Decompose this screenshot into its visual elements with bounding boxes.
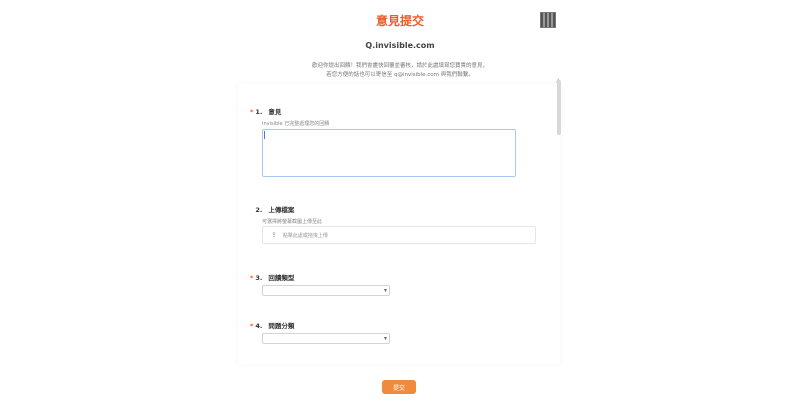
text-caret	[264, 131, 265, 139]
scrollbar[interactable]	[557, 80, 561, 135]
chevron-down-icon: ▾	[383, 335, 387, 342]
required-marker: *	[250, 274, 254, 282]
question-number: 3.	[255, 274, 263, 282]
page-title: 意見提交	[375, 14, 424, 28]
question-label: * 4. 問題分類	[250, 320, 294, 330]
upload-icon: ⇪	[271, 231, 277, 239]
question-type: * 3. 回饋類型	[250, 272, 294, 282]
chevron-down-icon: ▾	[383, 287, 387, 294]
upload-placeholder: 點擊此處或拖曳上傳	[282, 232, 328, 239]
site-domain: Q.invisible.com	[365, 41, 435, 50]
intro-line-1: 歡迎你提出回饋！我們會盡快回覆並審核，請於此處填寫您寶貴的意見，	[311, 63, 488, 69]
question-number: 1.	[255, 108, 263, 116]
intro-text: 歡迎你提出回饋！我們會盡快回覆並審核，請於此處填寫您寶貴的意見， 若您方便的話也…	[270, 62, 530, 80]
question-feedback: * 1. 意見 Invisible 已完整處理您的回饋	[250, 106, 329, 127]
required-marker: *	[250, 322, 254, 330]
question-title: 回饋類型	[268, 274, 295, 282]
question-title: 問題分類	[268, 322, 295, 330]
question-title: 上傳檔案	[268, 206, 295, 214]
category-select[interactable]: ▾	[262, 333, 390, 344]
file-upload-area[interactable]: ⇪ 點擊此處或拖曳上傳	[262, 226, 536, 244]
question-label: * 1. 意見	[250, 106, 329, 116]
submit-button[interactable]: 提交	[382, 380, 416, 394]
question-category: * 4. 問題分類	[250, 320, 294, 330]
question-label: * 3. 回饋類型	[250, 272, 294, 282]
question-number: 4.	[255, 322, 263, 330]
question-title: 意見	[268, 108, 282, 116]
intro-line-2: 若您方便的話也可以寄信至 q@invisible.com 與我們聯繫。	[326, 72, 474, 78]
feedback-textarea[interactable]	[262, 129, 516, 177]
question-upload: *2.上傳檔案 可選擇將螢幕截圖上傳至此	[250, 204, 322, 225]
required-marker: *	[250, 108, 254, 116]
feedback-type-select[interactable]: ▾	[262, 285, 390, 296]
qr-code-icon[interactable]	[540, 12, 556, 28]
question-help: Invisible 已完整處理您的回饋	[262, 121, 330, 127]
question-help: 可選擇將螢幕截圖上傳至此	[262, 219, 323, 225]
question-label: *2.上傳檔案	[250, 204, 322, 214]
question-number: 2.	[255, 206, 263, 214]
